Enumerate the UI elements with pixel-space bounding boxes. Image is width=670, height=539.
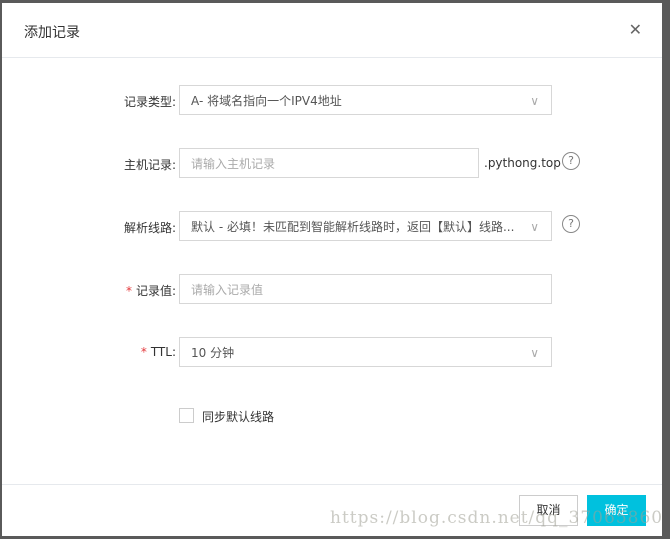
record-value-input[interactable]: 请输入记录值 [179,274,552,304]
value-row: * 记录值: 请输入记录值 [2,274,662,306]
help-icon[interactable]: ? [562,152,580,170]
dialog-footer-divider [2,484,662,485]
ttl-label: * TTL: [141,345,176,359]
ttl-label-text: TTL: [150,345,176,359]
chevron-down-icon: ∨ [530,346,539,360]
record-type-select[interactable]: A- 将域名指向一个IPV4地址 ∨ [179,85,552,115]
ttl-select[interactable]: 10 分钟 ∨ [179,337,552,367]
host-input[interactable]: 请输入主机记录 [179,148,479,178]
close-icon[interactable]: ✕ [629,20,642,39]
cancel-button[interactable]: 取消 [519,495,578,526]
confirm-button[interactable]: 确定 [587,495,646,526]
domain-suffix: .pythong.top [484,156,561,170]
sync-default-line-label[interactable]: 同步默认线路 [202,408,274,425]
line-value: 默认 - 必填！未匹配到智能解析线路时，返回【默认】线路... [191,220,515,234]
required-mark: * [140,345,147,359]
line-label: 解析线路: [123,221,176,235]
line-select[interactable]: 默认 - 必填！未匹配到智能解析线路时，返回【默认】线路... ∨ [179,211,552,241]
chevron-down-icon: ∨ [530,220,539,234]
record-type-value: A- 将域名指向一个IPV4地址 [191,94,342,108]
value-label-text: 记录值: [135,284,176,298]
line-row: 解析线路: 默认 - 必填！未匹配到智能解析线路时，返回【默认】线路... ∨ … [2,211,662,243]
chevron-down-icon: ∨ [530,94,539,108]
record-type-row: 记录类型: A- 将域名指向一个IPV4地址 ∨ [2,85,662,117]
dialog-title: 添加记录 [24,25,80,41]
sync-default-line-checkbox[interactable] [179,408,194,423]
record-type-label: 记录类型: [123,95,176,109]
value-placeholder: 请输入记录值 [191,283,264,297]
add-record-dialog: 添加记录 ✕ 记录类型: A- 将域名指向一个IPV4地址 ∨ 主机记录: 请输… [2,3,662,536]
host-row: 主机记录: 请输入主机记录 .pythong.top ? [2,148,662,180]
ttl-row: * TTL: 10 分钟 ∨ [2,337,662,369]
ttl-value: 10 分钟 [191,346,235,360]
dialog-header: 添加记录 ✕ [2,3,662,58]
required-mark: * [125,284,132,298]
host-placeholder: 请输入主机记录 [191,157,276,171]
help-icon[interactable]: ? [562,215,580,233]
host-label: 主机记录: [123,158,176,172]
value-label: * 记录值: [126,282,176,299]
